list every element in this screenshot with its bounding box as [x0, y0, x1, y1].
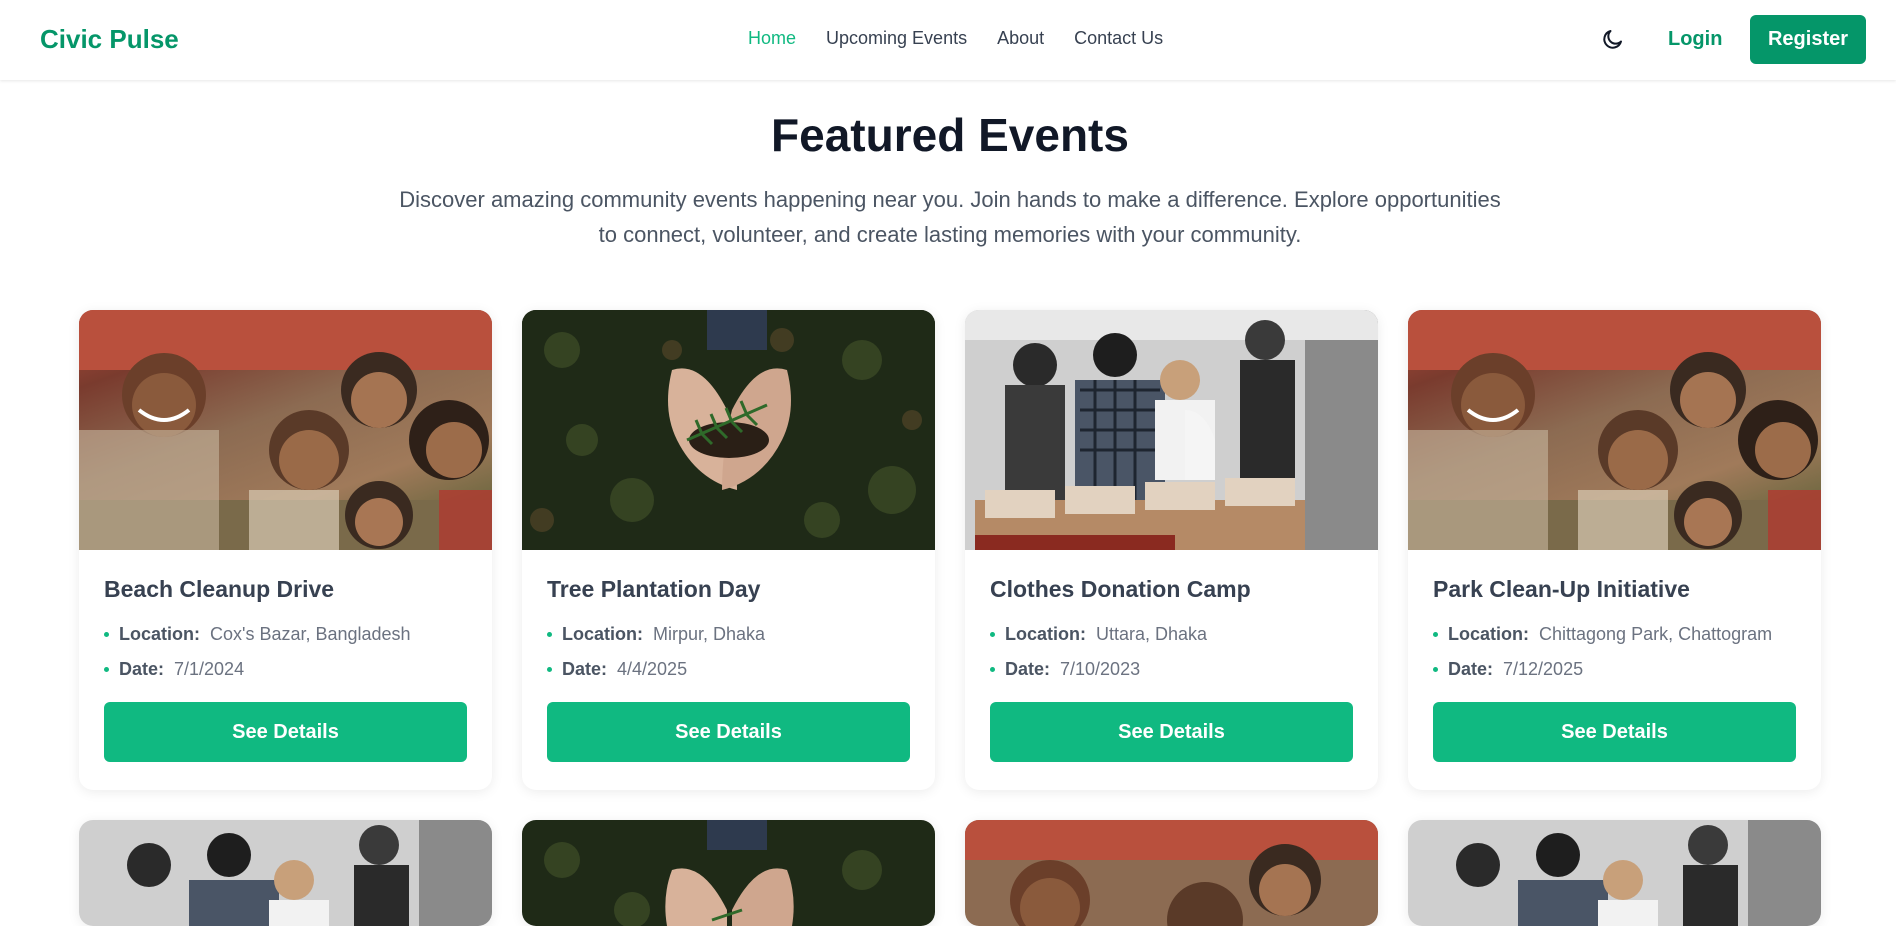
- event-date: Date: 7/10/2023: [990, 652, 1353, 687]
- brand-logo[interactable]: Civic Pulse: [40, 24, 179, 55]
- nav-link-contact-us[interactable]: Contact Us: [1074, 28, 1163, 49]
- event-title: Clothes Donation Camp: [990, 576, 1251, 602]
- main-nav: Home Upcoming Events About Contact Us: [748, 28, 1163, 49]
- bullet-icon: [104, 667, 109, 672]
- event-card: Clothes Donation Camp Location: Uttara, D…: [965, 310, 1378, 790]
- see-details-button[interactable]: See Details: [104, 702, 467, 762]
- register-button[interactable]: Register: [1750, 15, 1866, 64]
- bullet-icon: [547, 667, 552, 672]
- event-date: Date: 7/12/2025: [1433, 652, 1796, 687]
- page-title: Featured Events: [771, 109, 1129, 161]
- plant-photo: [522, 310, 935, 550]
- moon-icon: [1603, 30, 1622, 49]
- event-card: Beach Cleanup Drive Location: Cox's Bazar…: [79, 310, 492, 790]
- event-location: Location: Mirpur, Dhaka: [547, 617, 910, 652]
- event-location: Location: Uttara, Dhaka: [990, 617, 1353, 652]
- plant-photo: [522, 820, 935, 926]
- kids-photo: [965, 820, 1378, 926]
- subtitle-line-1: Discover amazing community events happen…: [399, 187, 1501, 212]
- event-date: Date: 7/1/2024: [104, 652, 467, 687]
- page-subtitle: Discover amazing community events happen…: [380, 182, 1520, 252]
- kids-photo: [1408, 310, 1821, 550]
- event-card: Tree Plantation Day Location: Mirpur, Dha…: [522, 310, 935, 790]
- bullet-icon: [990, 632, 995, 637]
- bullet-icon: [547, 632, 552, 637]
- login-button[interactable]: Login: [1668, 28, 1722, 51]
- donation-photo: [79, 820, 492, 926]
- nav-link-upcoming-events[interactable]: Upcoming Events: [826, 28, 967, 49]
- event-location: Location: Cox's Bazar, Bangladesh: [104, 617, 467, 652]
- subtitle-line-2: to connect, volunteer, and create lastin…: [598, 222, 1302, 247]
- event-date: Date: 4/4/2025: [547, 652, 910, 687]
- event-card-partial: [522, 820, 935, 926]
- donation-photo: [1408, 820, 1821, 926]
- event-card: Park Clean-Up Initiative Location: Chitta…: [1408, 310, 1821, 790]
- event-title: Tree Plantation Day: [547, 576, 761, 602]
- kids-photo: [79, 310, 492, 550]
- theme-toggle-button[interactable]: [1600, 26, 1626, 52]
- bullet-icon: [1433, 632, 1438, 637]
- see-details-button[interactable]: See Details: [547, 702, 910, 762]
- event-card-partial: [965, 820, 1378, 926]
- event-card-partial: [1408, 820, 1821, 926]
- nav-link-home[interactable]: Home: [748, 28, 796, 49]
- event-card-partial: [79, 820, 492, 926]
- bullet-icon: [1433, 667, 1438, 672]
- bullet-icon: [104, 632, 109, 637]
- see-details-button[interactable]: See Details: [990, 702, 1353, 762]
- event-location: Location: Chittagong Park, Chattogram: [1433, 617, 1796, 652]
- donation-photo: [965, 310, 1378, 550]
- top-navbar: Civic Pulse Home Upcoming Events About C…: [0, 0, 1896, 80]
- event-title: Beach Cleanup Drive: [104, 576, 335, 602]
- event-title: Park Clean-Up Initiative: [1433, 576, 1690, 602]
- bullet-icon: [990, 667, 995, 672]
- see-details-button[interactable]: See Details: [1433, 702, 1796, 762]
- nav-link-about[interactable]: About: [997, 28, 1044, 49]
